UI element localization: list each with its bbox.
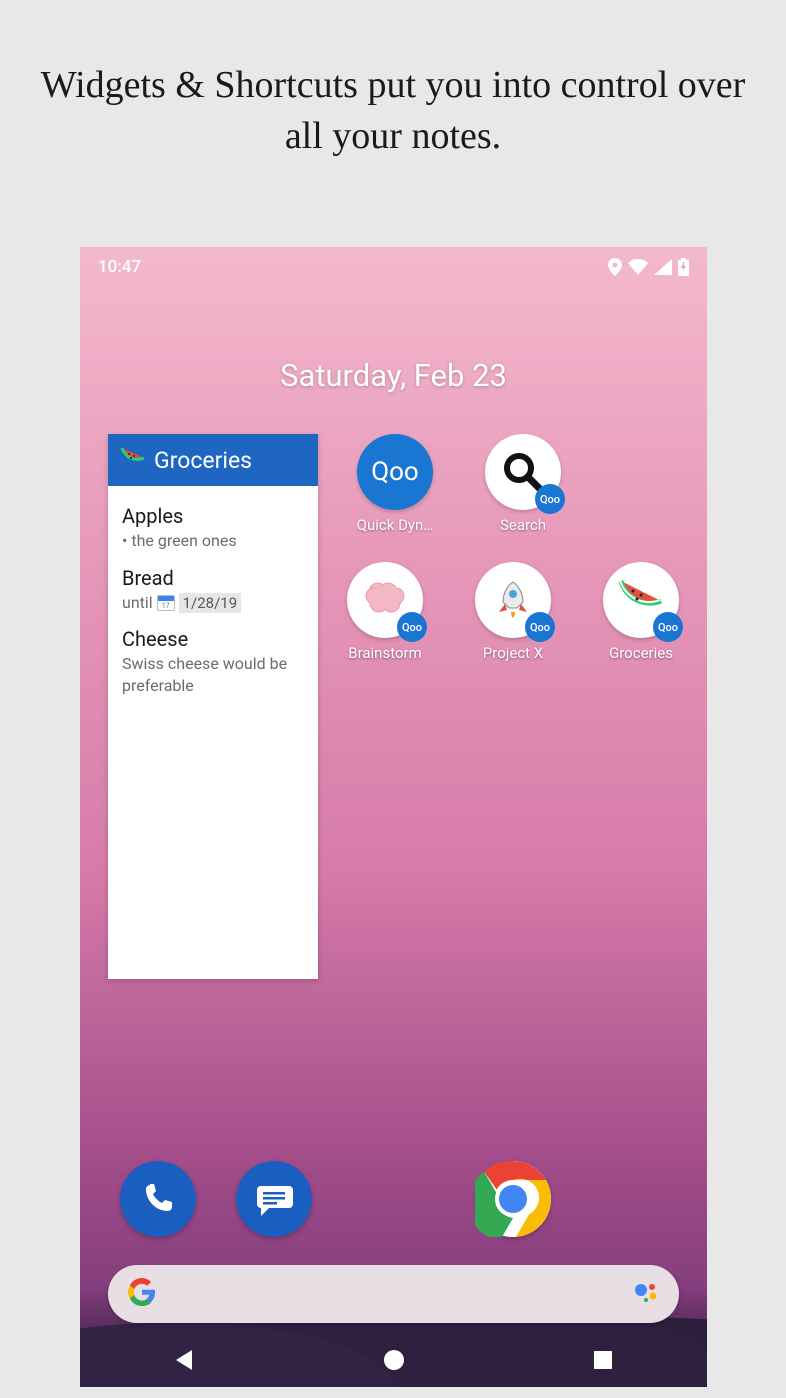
calendar-icon (157, 595, 175, 611)
chrome-icon (475, 1161, 551, 1237)
shortcut-label: Brainstorm (348, 644, 422, 662)
shortcut-project-x[interactable]: Qoo Project X (463, 562, 563, 662)
dock-messages-app[interactable] (236, 1161, 312, 1237)
shortcut-label: Project X (483, 644, 543, 662)
phone-frame: 10:47 Saturday, Feb 23 Groceries Apples … (80, 247, 707, 1387)
nav-home-button[interactable] (381, 1347, 407, 1373)
homescreen-date[interactable]: Saturday, Feb 23 (80, 357, 707, 394)
widget-title: Groceries (154, 447, 252, 474)
cell-signal-icon (654, 259, 672, 275)
qoo-badge-icon: Qoo (653, 612, 683, 642)
status-time: 10:47 (98, 257, 141, 277)
qoo-badge-icon: Qoo (525, 612, 555, 642)
qoo-badge-icon: Qoo (397, 612, 427, 642)
widget-body: Apples • the green ones Bread until 1/28… (108, 486, 318, 716)
nav-back-button[interactable] (172, 1347, 198, 1373)
google-search-bar[interactable] (108, 1265, 679, 1323)
shortcut-quick-dyn[interactable]: Qoo Quick Dyn… (345, 434, 445, 534)
shortcut-label: Groceries (609, 644, 673, 662)
widget-item-sub: • the green ones (122, 530, 304, 552)
rocket-icon: Qoo (475, 562, 551, 638)
status-bar: 10:47 (80, 247, 707, 287)
wifi-icon (628, 259, 648, 275)
widget-item-until-label: until (122, 593, 153, 612)
widget-item-title: Bread (122, 566, 304, 590)
google-g-icon (128, 1278, 156, 1310)
widget-item-sub: until 1/28/19 (122, 592, 304, 614)
widget-item-date: 1/28/19 (179, 593, 242, 613)
shortcut-label: Quick Dyn… (357, 516, 434, 534)
shortcut-search[interactable]: Qoo Search (473, 434, 573, 534)
shortcut-brainstorm[interactable]: Qoo Brainstorm (335, 562, 435, 662)
battery-icon (678, 258, 689, 276)
widget-item-title: Cheese (122, 627, 304, 651)
brain-icon: Qoo (347, 562, 423, 638)
nav-recent-button[interactable] (590, 1347, 616, 1373)
widget-item-title: Apples (122, 504, 304, 528)
android-nav-bar (80, 1333, 707, 1387)
promo-headline: Widgets & Shortcuts put you into control… (0, 0, 786, 183)
homescreen-mid-area: Groceries Apples • the green ones Bread … (80, 434, 707, 994)
shortcut-groceries[interactable]: Qoo Groceries (591, 562, 691, 662)
phone-icon (138, 1179, 178, 1219)
dock-phone-app[interactable] (120, 1161, 196, 1237)
location-icon (608, 258, 622, 276)
shortcut-label: Search (500, 516, 546, 534)
watermelon-icon (120, 446, 146, 474)
widget-item[interactable]: Apples • the green ones (122, 504, 304, 552)
status-icons (608, 258, 689, 276)
widget-item[interactable]: Cheese Swiss cheese would be preferable (122, 627, 304, 696)
watermelon-icon: Qoo (603, 562, 679, 638)
widget-item-sub: Swiss cheese would be preferable (122, 653, 304, 696)
dock (80, 1161, 707, 1237)
search-icon: Qoo (485, 434, 561, 510)
groceries-widget[interactable]: Groceries Apples • the green ones Bread … (108, 434, 318, 979)
widget-item[interactable]: Bread until 1/28/19 (122, 566, 304, 614)
messages-icon (253, 1178, 295, 1220)
shortcut-grid: Qoo Quick Dyn… Qoo Search Qoo (335, 434, 695, 690)
qoo-badge-icon: Qoo (535, 484, 565, 514)
qoo-app-icon: Qoo (357, 434, 433, 510)
dock-chrome-app[interactable] (475, 1161, 551, 1237)
google-assistant-icon[interactable] (633, 1279, 659, 1309)
widget-header[interactable]: Groceries (108, 434, 318, 486)
